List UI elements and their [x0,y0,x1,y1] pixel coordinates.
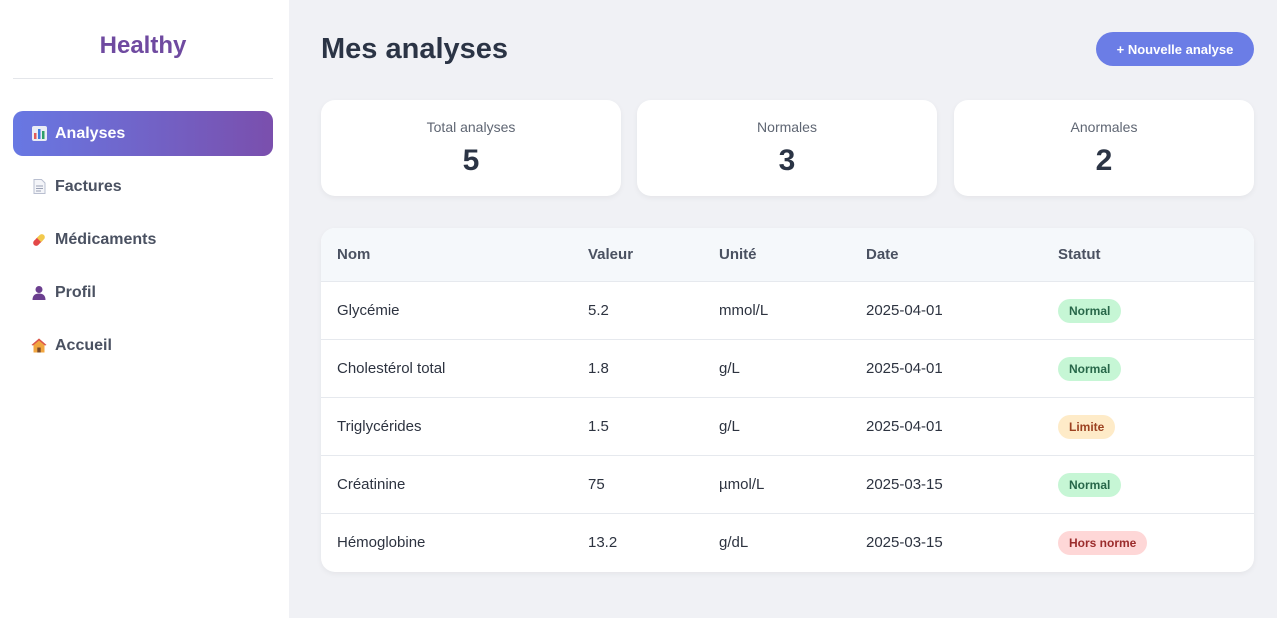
cell-valeur: 13.2 [588,534,618,551]
pill-icon [31,232,47,248]
house-icon [31,338,47,354]
stat-card-total: Total analyses 5 [321,100,621,196]
stat-card-anormales: Anormales 2 [954,100,1254,196]
cell-date: 2025-04-01 [866,302,943,319]
sidebar-item-label: Accueil [55,336,112,354]
table-row[interactable]: Cholestérol total 1.8 g/L 2025-04-01 Nor… [321,340,1254,398]
cell-unite: µmol/L [719,476,765,493]
status-badge: Normal [1058,357,1122,381]
table-row[interactable]: Hémoglobine 13.2 g/dL 2025-03-15 Hors no… [321,514,1254,572]
column-header-valeur[interactable]: Valeur [588,228,633,282]
divider [13,78,273,79]
status-badge: Normal [1058,473,1122,497]
sidebar-item-label: Analyses [55,124,126,142]
status-badge: Normal [1058,299,1122,323]
sidebar-item-profil[interactable]: Profil [13,270,273,315]
status-badge: Hors norme [1058,531,1148,555]
cell-date: 2025-03-15 [866,476,943,493]
stat-value: 2 [1095,144,1113,177]
cell-valeur: 1.8 [588,360,609,377]
sidebar-item-label: Profil [55,283,96,301]
stat-value: 3 [778,144,796,177]
sidebar-item-accueil[interactable]: Accueil [13,323,273,368]
column-header-date[interactable]: Date [866,228,899,282]
table-row[interactable]: Créatinine 75 µmol/L 2025-03-15 Normal [321,456,1254,514]
sidebar: Healthy Analyses Factures Médicaments Pr… [0,0,289,618]
column-header-nom[interactable]: Nom [337,228,370,282]
column-header-unite[interactable]: Unité [719,228,757,282]
status-badge: Limite [1058,415,1116,439]
chart-icon [31,126,47,142]
cell-date: 2025-04-01 [866,418,943,435]
sidebar-item-analyses[interactable]: Analyses [13,111,273,156]
page-title: Mes analyses [321,33,509,65]
cell-unite: g/L [719,360,740,377]
main-content: Mes analyses + Nouvelle analyse Total an… [289,0,1277,618]
cell-nom: Cholestérol total [337,360,446,377]
sidebar-item-label: Factures [55,177,122,195]
table-header: Nom Valeur Unité Date Statut [321,228,1254,282]
document-icon [31,179,47,195]
stat-label: Total analyses [426,119,516,135]
stat-label: Anormales [1070,119,1138,135]
cell-valeur: 5.2 [588,302,609,319]
cell-unite: g/L [719,418,740,435]
analyses-table: Nom Valeur Unité Date Statut Glycémie 5.… [321,228,1254,572]
sidebar-item-medicaments[interactable]: Médicaments [13,217,273,262]
cell-valeur: 1.5 [588,418,609,435]
sidebar-item-label: Médicaments [55,230,157,248]
brand-logo[interactable]: Healthy [0,32,286,60]
sidebar-item-factures[interactable]: Factures [13,164,273,209]
cell-nom: Créatinine [337,476,406,493]
table-row[interactable]: Glycémie 5.2 mmol/L 2025-04-01 Normal [321,282,1254,340]
cell-nom: Hémoglobine [337,534,426,551]
cell-nom: Triglycérides [337,418,422,435]
cell-date: 2025-03-15 [866,534,943,551]
table-row[interactable]: Triglycérides 1.5 g/L 2025-04-01 Limite [321,398,1254,456]
stat-card-normales: Normales 3 [637,100,937,196]
new-analysis-button[interactable]: + Nouvelle analyse [1096,32,1254,66]
cell-date: 2025-04-01 [866,360,943,377]
stat-value: 5 [462,144,480,177]
cell-nom: Glycémie [337,302,400,319]
column-header-statut[interactable]: Statut [1058,228,1101,282]
cell-unite: g/dL [719,534,749,551]
user-icon [31,285,47,301]
cell-unite: mmol/L [719,302,769,319]
stat-label: Normales [757,119,817,135]
cell-valeur: 75 [588,476,605,493]
